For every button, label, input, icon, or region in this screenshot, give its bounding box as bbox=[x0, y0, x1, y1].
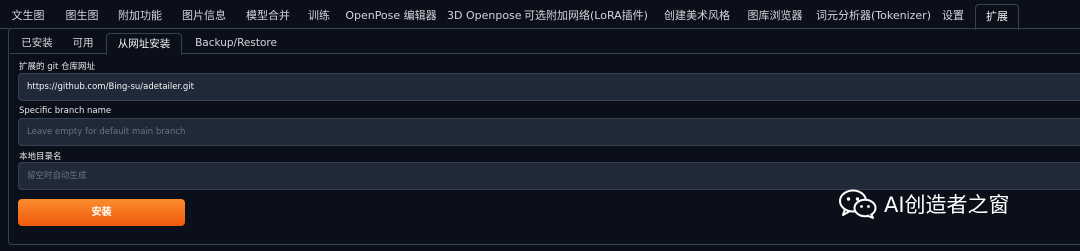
main-tab-bar: 文生图 图生图 附加功能 图片信息 模型合并 训练 OpenPose 编辑器 3… bbox=[0, 4, 1080, 30]
tab-checkpoint-merger[interactable]: 模型合并 bbox=[240, 4, 296, 28]
watermark: AI创造者之窗 bbox=[838, 186, 1010, 222]
tab-txt2img[interactable]: 文生图 bbox=[6, 4, 50, 28]
branch-name-input[interactable]: Leave empty for default main branch bbox=[18, 118, 1080, 146]
wechat-icon bbox=[839, 189, 877, 219]
tab-image-browser[interactable]: 图库浏览器 bbox=[743, 4, 807, 28]
tab-openpose-editor[interactable]: OpenPose 编辑器 bbox=[343, 4, 439, 28]
tab-tokenizer[interactable]: 词元分析器(Tokenizer) bbox=[816, 4, 931, 28]
tab-img2img[interactable]: 图生图 bbox=[60, 4, 104, 28]
tab-aesthetic-embeddings[interactable]: 创建美术风格 bbox=[659, 4, 735, 28]
tab-available[interactable]: 可用 bbox=[66, 33, 100, 53]
branch-name-label: Specific branch name bbox=[19, 106, 112, 116]
repo-url-label: 扩展的 git 仓库网址 bbox=[19, 62, 95, 72]
install-button[interactable]: 安装 bbox=[18, 199, 185, 226]
tab-train[interactable]: 训练 bbox=[303, 4, 335, 28]
repo-url-input[interactable]: https://github.com/Bing-su/adetailer.git bbox=[18, 73, 1080, 101]
tab-extensions[interactable]: 扩展 bbox=[975, 4, 1019, 30]
tab-3d-openpose[interactable]: 3D Openpose bbox=[447, 4, 522, 28]
watermark-text: AI创造者之窗 bbox=[884, 193, 1010, 217]
tab-extras[interactable]: 附加功能 bbox=[112, 4, 168, 28]
tab-settings[interactable]: 设置 bbox=[936, 4, 970, 28]
tab-install-from-url[interactable]: 从网址安装 bbox=[106, 33, 182, 55]
tab-backup-restore[interactable]: Backup/Restore bbox=[184, 33, 288, 53]
local-dir-label: 本地目录名 bbox=[19, 152, 62, 162]
tab-installed[interactable]: 已安装 bbox=[12, 33, 62, 53]
extensions-sub-tab-bar: 已安装 可用 从网址安装 Backup/Restore bbox=[10, 33, 1080, 55]
tab-additional-networks[interactable]: 可选附加网络(LoRA插件) bbox=[522, 4, 650, 28]
tab-png-info[interactable]: 图片信息 bbox=[176, 4, 232, 28]
